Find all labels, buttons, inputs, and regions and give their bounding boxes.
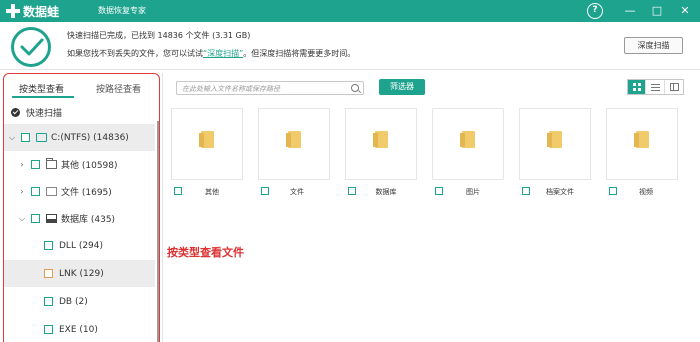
tile-label: 视频 (639, 188, 653, 196)
checkbox[interactable] (44, 269, 53, 278)
deep-scan-button[interactable]: 深度扫描 (624, 37, 683, 54)
chevron-right-icon[interactable]: › (18, 187, 26, 196)
tree-item-lnk[interactable]: LNK (129) (4, 260, 155, 287)
sidebar-scrollbar[interactable] (157, 121, 159, 342)
tile-label: 其他 (205, 188, 219, 196)
tree-item-label: 其他 (10598) (61, 161, 118, 171)
deep-scan-hint: 如果您找不到丢失的文件，您可以试试“深度扫描”。但深度扫描将需要更多时间。 (67, 48, 355, 59)
checkmark-circle-icon (11, 27, 51, 67)
scan-result-text: 快速扫描已完成，已找到 14836 个文件 (3.31 GB) (67, 31, 251, 40)
tile-checkbox[interactable] (348, 187, 356, 195)
minimize-icon[interactable]: — (622, 3, 638, 19)
tile-archives[interactable] (519, 108, 591, 180)
tile-label: 图片 (466, 188, 480, 196)
tree-item-exe[interactable]: EXE (10) (4, 316, 155, 342)
tree-item-label: C:(NTFS) (14836) (51, 132, 129, 143)
hint-suffix: 。但深度扫描将需要更多时间。 (243, 49, 356, 58)
tile-checkbox[interactable] (435, 187, 443, 195)
chevron-down-icon[interactable]: ⌵ (18, 214, 26, 224)
tile-other[interactable] (171, 108, 243, 180)
filter-button[interactable]: 筛选器 (379, 79, 425, 95)
tree-item-db[interactable]: DB (2) (4, 288, 155, 315)
grid-view-icon[interactable] (628, 80, 647, 94)
annotation-caption: 按类型查看文件 (167, 246, 244, 259)
quick-scan-row[interactable]: 快速扫描 (4, 103, 158, 121)
tree-item-label: EXE (10) (59, 324, 98, 335)
tree-item-label: DB (2) (59, 296, 88, 307)
tile-checkbox[interactable] (522, 187, 530, 195)
tile-database[interactable] (345, 108, 417, 180)
folder-icon (373, 131, 388, 148)
maximize-icon[interactable]: □ (649, 3, 665, 19)
tree-item-database[interactable]: ⌵ 数据库 (435) (4, 205, 155, 232)
chevron-right-icon[interactable]: › (18, 160, 26, 169)
tile-label: 档案文件 (546, 188, 574, 196)
tree-item-other[interactable]: › 其他 (10598) (4, 151, 155, 178)
detail-view-icon[interactable] (665, 80, 683, 94)
plus-logo-icon (6, 4, 20, 18)
hint-prefix: 如果您找不到丢失的文件，您可以试试 (67, 49, 203, 58)
tree-item-files[interactable]: › 文件 (1695) (4, 178, 155, 205)
active-tab-indicator (12, 96, 74, 98)
app-logo: 数据蛙 (6, 3, 59, 19)
drive-icon (36, 133, 47, 142)
tree-item-dll[interactable]: DLL (294) (4, 232, 155, 259)
view-tabs: 按类型查看 按路径查看 (4, 74, 158, 99)
database-icon (46, 214, 57, 223)
checkbox[interactable] (44, 297, 53, 306)
search-placeholder: 在此处输入文件名称或保存路径 (182, 85, 280, 93)
tile-files[interactable] (258, 108, 330, 180)
checkbox[interactable] (31, 160, 40, 169)
list-view-icon[interactable] (646, 80, 665, 94)
sidebar: 按类型查看 按路径查看 快速扫描 ⌵ C:(NTFS) (14836) › 其他… (3, 73, 160, 342)
deep-scan-link[interactable]: “深度扫描” (203, 49, 243, 58)
tile-label: 文件 (290, 188, 304, 196)
checkbox[interactable] (44, 241, 53, 250)
search-input[interactable]: 在此处输入文件名称或保存路径 (176, 81, 364, 95)
scan-status-banner: 快速扫描已完成，已找到 14836 个文件 (3.31 GB) 如果您找不到丢失… (0, 22, 700, 70)
tree-item-label: DLL (294) (59, 240, 104, 251)
tile-videos[interactable] (606, 108, 678, 180)
folder-icon (460, 131, 475, 148)
checkbox[interactable] (44, 325, 53, 334)
document-icon (46, 187, 57, 196)
folder-icon (199, 131, 214, 148)
chevron-down-icon[interactable]: ⌵ (8, 133, 16, 143)
tree-item-drive[interactable]: ⌵ C:(NTFS) (14836) (4, 124, 155, 151)
tile-pictures[interactable] (432, 108, 504, 180)
tree-item-label: 文件 (1695) (61, 188, 112, 198)
checkbox[interactable] (21, 133, 30, 142)
view-mode-switch (627, 79, 684, 95)
search-icon[interactable] (351, 84, 359, 92)
title-bar: 数据蛙 数据恢复专家 ? — □ ✕ (0, 0, 700, 22)
folder-icon (286, 131, 301, 148)
checkbox[interactable] (31, 187, 40, 196)
check-dot-icon (11, 107, 20, 117)
checkbox[interactable] (31, 214, 40, 223)
tab-by-path[interactable]: 按路径查看 (96, 82, 141, 95)
tree-item-label: 数据库 (435) (61, 215, 116, 225)
folder-icon (46, 158, 57, 169)
tile-checkbox[interactable] (174, 187, 182, 195)
panel-divider (162, 73, 163, 342)
folder-icon (547, 131, 562, 148)
app-subtitle: 数据恢复专家 (98, 6, 146, 15)
folder-icon (634, 131, 649, 148)
close-icon[interactable]: ✕ (677, 3, 693, 19)
help-icon[interactable]: ? (587, 3, 603, 19)
quick-scan-label: 快速扫描 (26, 108, 63, 119)
tile-label: 数据库 (375, 188, 397, 196)
tree-item-label: LNK (129) (59, 268, 104, 279)
app-name: 数据蛙 (23, 4, 60, 19)
tab-by-type[interactable]: 按类型查看 (19, 82, 64, 95)
